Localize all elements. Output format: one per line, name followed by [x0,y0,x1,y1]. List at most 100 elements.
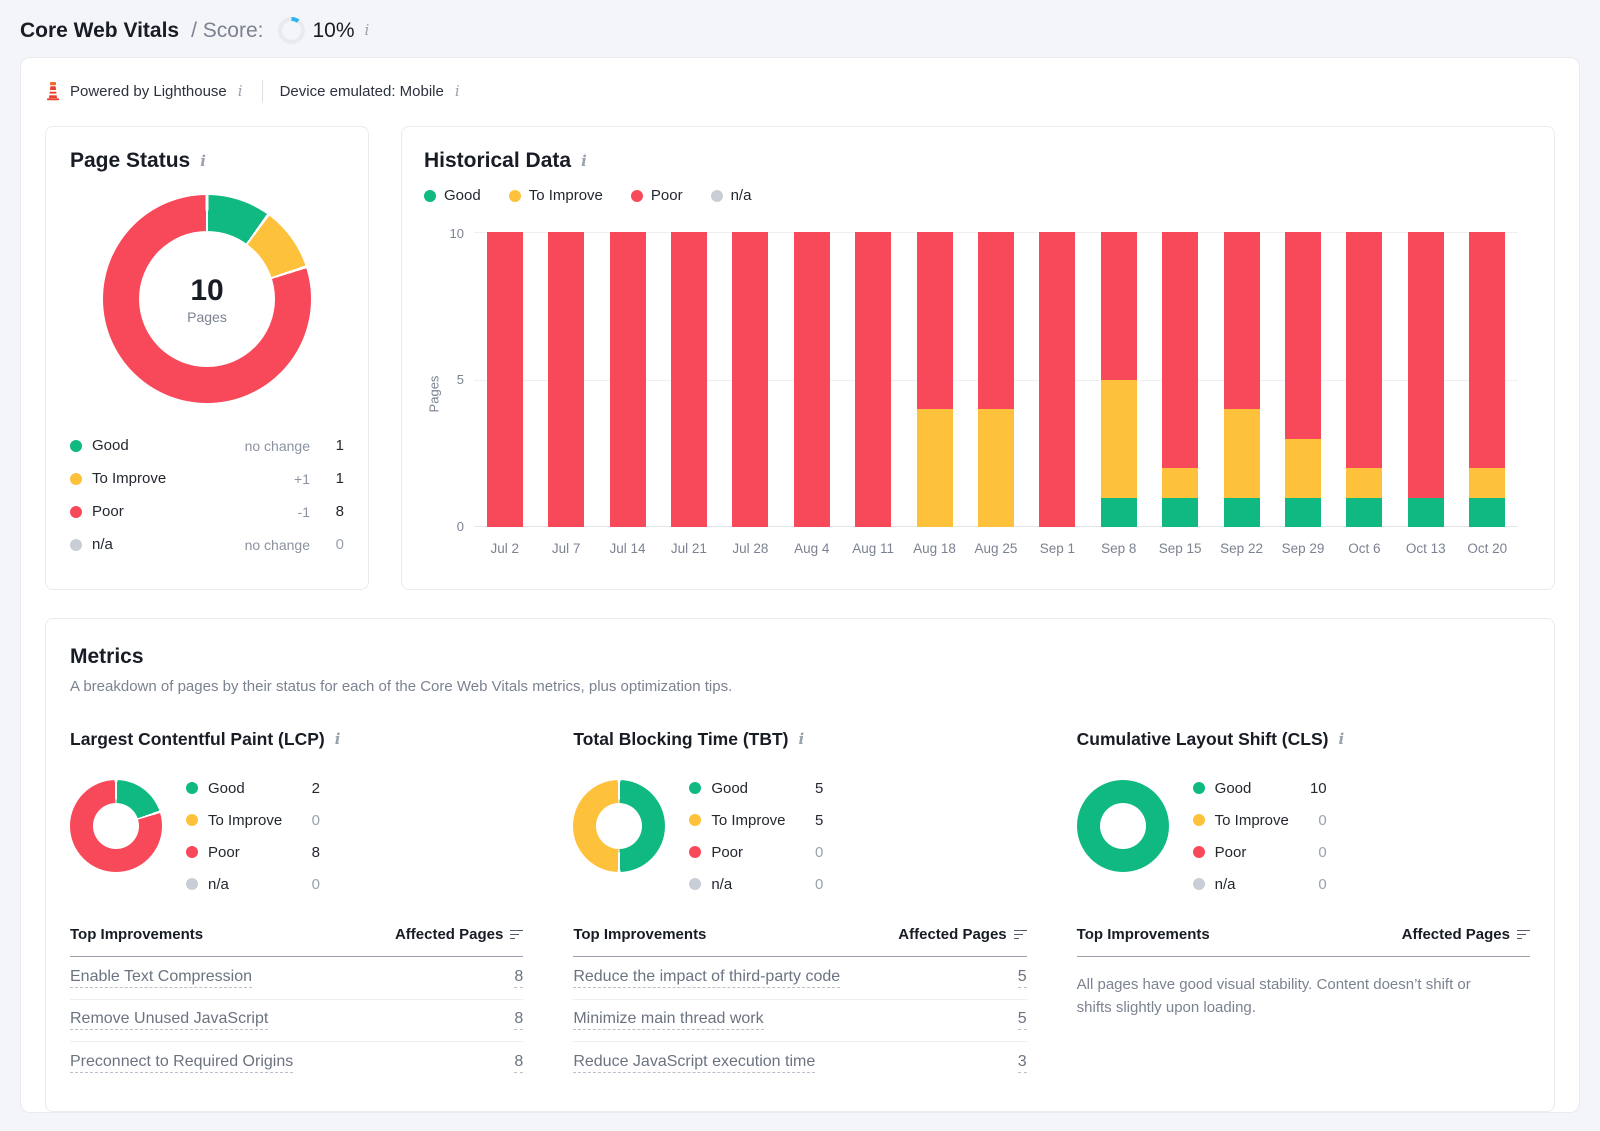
affected-pages-link[interactable]: 5 [1018,1010,1027,1030]
info-icon[interactable]: i [236,84,245,99]
bar-segment-to-improve[interactable] [1469,468,1505,498]
bar-sep-1[interactable] [1039,232,1075,527]
bar-segment-to-improve[interactable] [1224,409,1260,498]
bar-segment-poor[interactable] [548,232,584,527]
bar-segment-poor[interactable] [487,232,523,527]
bar-segment-to-improve[interactable] [1346,468,1382,498]
bar-segment-poor[interactable] [1346,232,1382,468]
lcp-donut-chart[interactable] [70,780,162,872]
bar-segment-poor[interactable] [732,232,768,527]
x-axis-label: Oct 13 [1395,541,1456,556]
legend-value: 0 [1303,812,1327,829]
bar-segment-poor[interactable] [671,232,707,527]
bar-aug-18[interactable] [917,232,953,527]
legend-item-poor[interactable]: Poor [631,187,683,204]
bar-segment-good[interactable] [1285,498,1321,528]
bar-segment-poor[interactable] [610,232,646,527]
column-header-affected-pages[interactable]: Affected Pages [898,926,1026,943]
bar-oct-20[interactable] [1469,232,1505,527]
improvement-link[interactable]: Reduce JavaScript execution time [573,1053,815,1073]
bar-jul-28[interactable] [732,232,768,527]
column-header-affected-pages[interactable]: Affected Pages [395,926,523,943]
improvement-link[interactable]: Enable Text Compression [70,968,252,988]
bar-jul-14[interactable] [610,232,646,527]
info-icon[interactable]: i [363,23,372,38]
improvement-link[interactable]: Minimize main thread work [573,1010,763,1030]
improvement-link[interactable]: Preconnect to Required Origins [70,1053,293,1073]
info-icon[interactable]: i [579,154,589,169]
bar-sep-8[interactable] [1101,232,1137,527]
bar-segment-good[interactable] [1101,498,1137,528]
bar-segment-poor[interactable] [1101,232,1137,380]
good-dot [689,782,701,794]
tbt-improvements-table: Top Improvements Affected Pages Reduce t… [573,926,1026,1085]
plot-area [474,232,1518,527]
bar-segment-poor[interactable] [1039,232,1075,527]
bar-segment-to-improve[interactable] [1101,380,1137,498]
bar-sep-29[interactable] [1285,232,1321,527]
bar-segment-to-improve[interactable] [1162,468,1198,498]
legend-row-poor: Poor 0 [689,836,823,868]
bar-segment-poor[interactable] [794,232,830,527]
bar-segment-poor[interactable] [1224,232,1260,409]
bar-segment-poor[interactable] [1469,232,1505,468]
bar-sep-22[interactable] [1224,232,1260,527]
legend-change: no change [205,438,310,454]
bar-segment-to-improve[interactable] [1285,439,1321,498]
historical-data-title: Historical Data [424,149,571,173]
cls-column: Cumulative Layout Shift (CLS) i Good 10 [1077,729,1530,1085]
info-icon[interactable]: i [453,84,462,99]
bar-segment-good[interactable] [1224,498,1260,528]
sort-icon[interactable] [510,930,523,940]
bar-segment-poor[interactable] [1285,232,1321,439]
bar-segment-poor[interactable] [917,232,953,409]
bar-oct-6[interactable] [1346,232,1382,527]
bar-jul-7[interactable] [548,232,584,527]
good-dot [1193,782,1205,794]
bar-slot [1027,232,1088,527]
poor-dot [186,846,198,858]
bar-aug-4[interactable] [794,232,830,527]
bar-jul-21[interactable] [671,232,707,527]
improvement-link[interactable]: Remove Unused JavaScript [70,1010,268,1030]
bar-segment-poor[interactable] [1408,232,1444,498]
bar-aug-25[interactable] [978,232,1014,527]
info-icon[interactable]: i [1336,732,1346,747]
legend-label: Good [1215,780,1303,797]
tbt-donut-chart[interactable] [573,780,665,872]
sort-icon[interactable] [1517,930,1530,940]
cls-donut-chart[interactable] [1077,780,1169,872]
legend-label: Good [444,187,481,204]
bar-segment-to-improve[interactable] [978,409,1014,527]
improvement-link[interactable]: Reduce the impact of third-party code [573,968,840,988]
bar-segment-poor[interactable] [1162,232,1198,468]
bar-segment-poor[interactable] [855,232,891,527]
info-icon[interactable]: i [198,154,208,169]
info-icon[interactable]: i [333,732,343,747]
affected-pages-link[interactable]: 5 [1018,968,1027,988]
bar-sep-15[interactable] [1162,232,1198,527]
affected-pages-link[interactable]: 3 [1018,1053,1027,1073]
legend-item-na[interactable]: n/a [711,187,752,204]
x-axis-label: Jul 14 [597,541,658,556]
bar-segment-poor[interactable] [978,232,1014,409]
historical-bar-chart: Pages 10 5 0 Jul 2Jul 7Jul 14Jul 21Jul 2… [424,232,1518,556]
sort-icon[interactable] [1014,930,1027,940]
affected-pages-link[interactable]: 8 [514,1010,523,1030]
legend-item-to-improve[interactable]: To Improve [509,187,603,204]
bar-segment-good[interactable] [1408,498,1444,528]
column-header-affected-pages[interactable]: Affected Pages [1402,926,1530,943]
legend-value: 0 [296,876,320,893]
bar-segment-good[interactable] [1162,498,1198,528]
bar-segment-good[interactable] [1346,498,1382,528]
bar-aug-11[interactable] [855,232,891,527]
bar-jul-2[interactable] [487,232,523,527]
legend-item-good[interactable]: Good [424,187,481,204]
affected-pages-link[interactable]: 8 [514,968,523,988]
bar-segment-good[interactable] [1469,498,1505,528]
info-icon[interactable]: i [797,732,807,747]
bar-oct-13[interactable] [1408,232,1444,527]
bar-segment-to-improve[interactable] [917,409,953,527]
affected-pages-link[interactable]: 8 [514,1053,523,1073]
y-axis-title: Pages [424,232,444,556]
